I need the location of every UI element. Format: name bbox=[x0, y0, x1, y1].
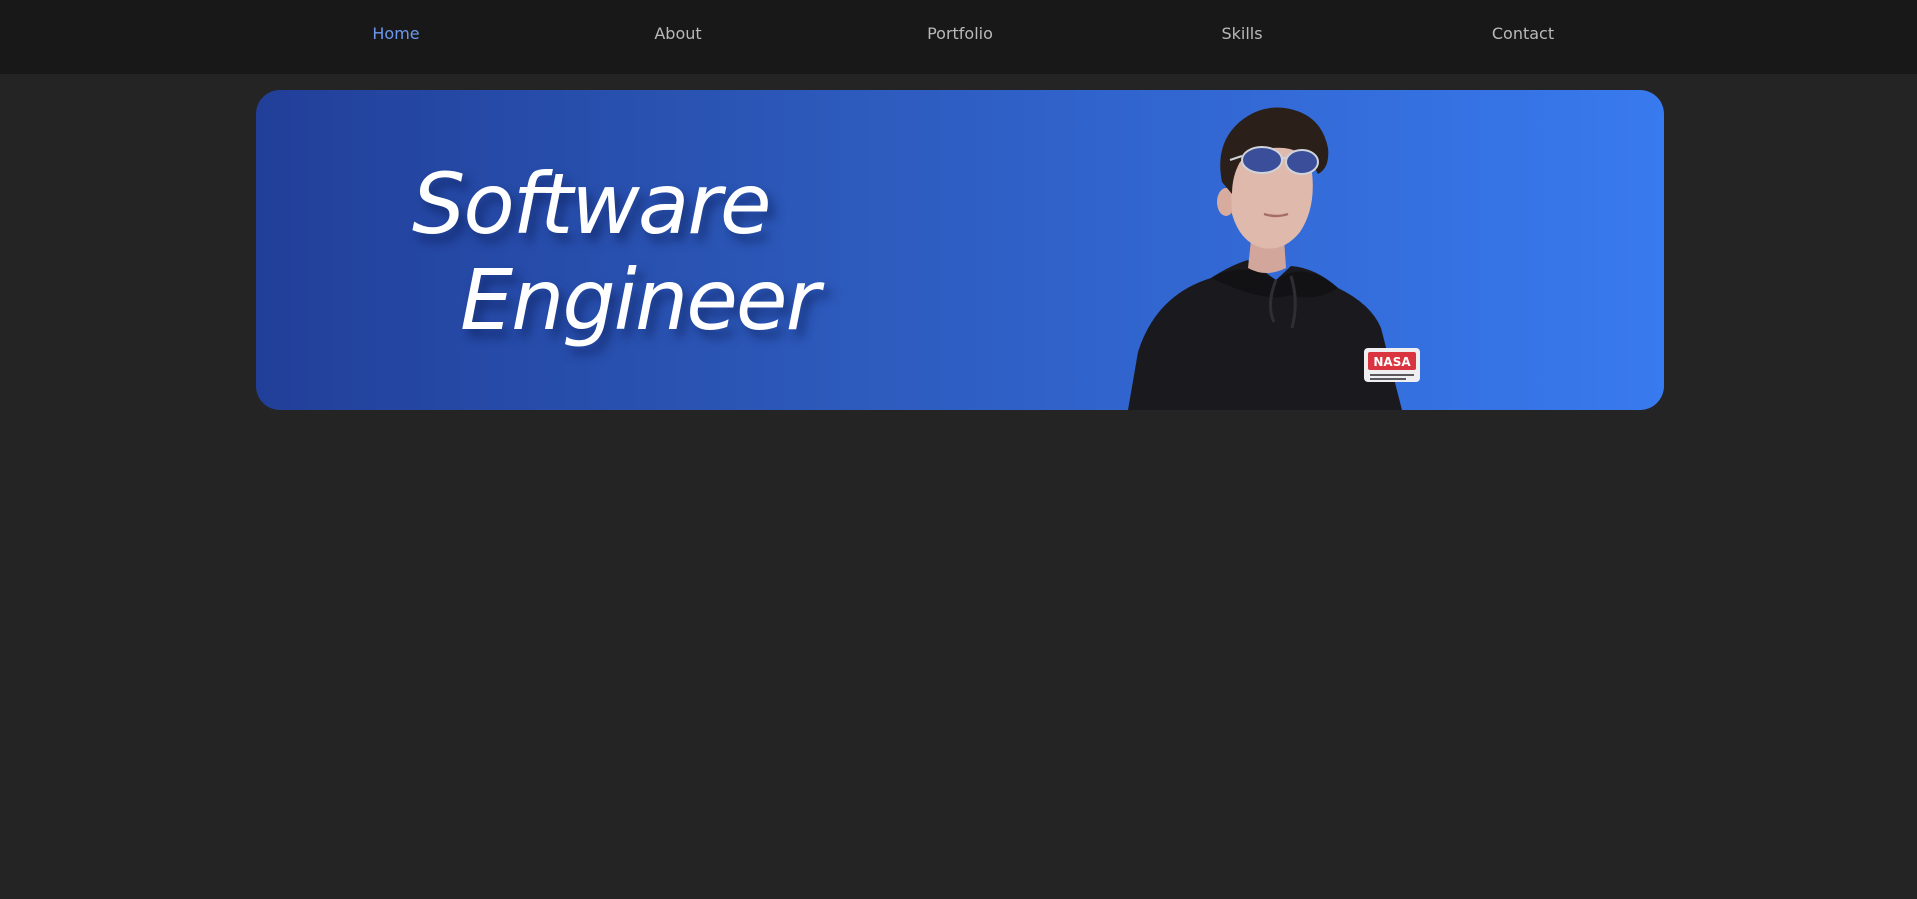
nav-about-link[interactable]: About bbox=[578, 24, 778, 44]
nav-home-link[interactable]: Home bbox=[296, 24, 496, 44]
top-navigation: Home About Portfolio Skills Contact bbox=[0, 0, 1917, 74]
hero-headline-line2: Engineer bbox=[460, 251, 820, 349]
svg-text:NASA: NASA bbox=[1373, 355, 1411, 369]
nav-skills-link[interactable]: Skills bbox=[1142, 24, 1342, 44]
nasa-patch-logo: NASA bbox=[1364, 348, 1420, 382]
page-content bbox=[0, 410, 1917, 899]
hero-headline-line1: Software bbox=[412, 155, 772, 253]
nav-contact-link[interactable]: Contact bbox=[1423, 24, 1623, 44]
hero-banner: Software Engineer NASA bbox=[256, 90, 1664, 410]
person-portrait: NASA bbox=[1128, 107, 1420, 410]
nav-portfolio-link[interactable]: Portfolio bbox=[860, 24, 1060, 44]
